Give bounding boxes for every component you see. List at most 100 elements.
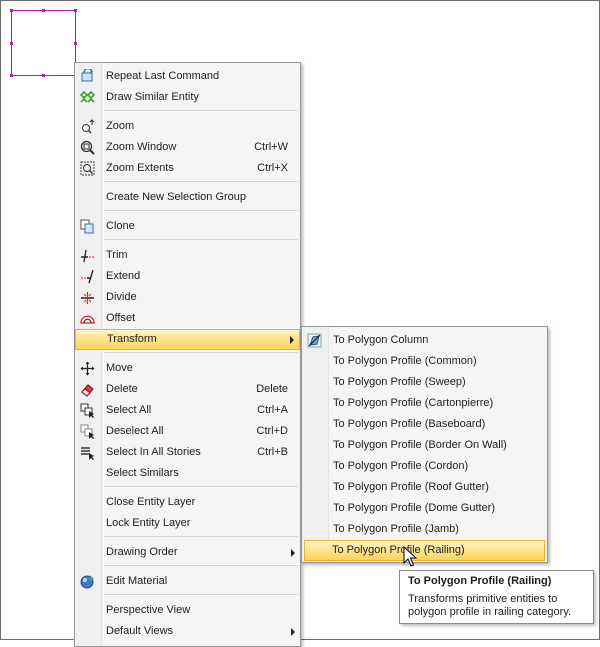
grip-handle[interactable] xyxy=(42,9,45,12)
tooltip-body: Transforms primitive entities to polygon… xyxy=(408,593,572,618)
submenu-item-profile-jamb[interactable]: To Polygon Profile (Jamb) xyxy=(302,519,547,540)
menu-item-select-in-all-stories[interactable]: Select In All Stories Ctrl+B xyxy=(75,442,300,463)
menu-item-drawing-order[interactable]: Drawing Order xyxy=(75,542,300,563)
menu-item-close-entity-layer[interactable]: Close Entity Layer xyxy=(75,492,300,513)
menu-item-label: Select In All Stories xyxy=(106,446,201,458)
menu-item-label: Draw Similar Entity xyxy=(106,91,199,103)
menu-item-label: Clone xyxy=(106,220,135,232)
menu-item-extend[interactable]: Extend xyxy=(75,266,300,287)
menu-item-shortcut: Ctrl+D xyxy=(256,425,288,437)
menu-item-offset[interactable]: Offset xyxy=(75,308,300,329)
grip-handle[interactable] xyxy=(42,74,45,77)
menu-item-label: Create New Selection Group xyxy=(106,191,247,203)
menu-separator xyxy=(104,352,298,353)
menu-item-transform[interactable]: Transform xyxy=(75,329,300,350)
menu-separator xyxy=(104,536,298,537)
submenu-item-profile-railing[interactable]: To Polygon Profile (Railing) xyxy=(304,540,545,561)
grip-handle[interactable] xyxy=(10,74,13,77)
menu-item-label: Zoom xyxy=(106,120,135,132)
tooltip-title: To Polygon Profile (Railing) xyxy=(408,575,552,587)
menu-item-create-new-selection-group[interactable]: Create New Selection Group xyxy=(75,187,300,208)
menu-item-label: Edit Material xyxy=(106,575,168,587)
menu-item-zoom[interactable]: Zoom xyxy=(75,116,300,137)
menu-item-label: Perspective View xyxy=(106,604,191,616)
grip-handle[interactable] xyxy=(10,42,13,45)
menu-item-label: Delete xyxy=(106,383,138,395)
material-icon xyxy=(79,573,96,590)
submenu-item-profile-cartonpierre[interactable]: To Polygon Profile (Cartonpierre) xyxy=(302,393,547,414)
submenu-item-profile-dome-gutter[interactable]: To Polygon Profile (Dome Gutter) xyxy=(302,498,547,519)
submenu-item-polygon-column[interactable]: To Polygon Column xyxy=(302,330,547,351)
menu-item-repeat-last-command[interactable]: Repeat Last Command xyxy=(75,66,300,87)
grip-handle[interactable] xyxy=(74,9,77,12)
menu-separator xyxy=(104,239,298,240)
menu-item-shortcut: Ctrl+A xyxy=(257,404,288,416)
menu-item-label: Deselect All xyxy=(106,425,164,437)
menu-item-delete[interactable]: Delete Delete xyxy=(75,379,300,400)
menu-item-select-similars[interactable]: Select Similars xyxy=(75,463,300,484)
trim-icon xyxy=(79,247,96,264)
menu-item-shortcut: Ctrl+W xyxy=(254,141,288,153)
menu-item-label: Divide xyxy=(106,291,137,303)
submenu-item-profile-roof-gutter[interactable]: To Polygon Profile (Roof Gutter) xyxy=(302,477,547,498)
submenu-item-label: To Polygon Column xyxy=(333,334,429,346)
submenu-item-label: To Polygon Profile (Cartonpierre) xyxy=(333,397,494,409)
menu-item-default-views[interactable]: Default Views xyxy=(75,621,300,642)
grip-handle[interactable] xyxy=(10,9,13,12)
menu-item-label: Select Similars xyxy=(106,467,179,479)
submenu-item-profile-sweep[interactable]: To Polygon Profile (Sweep) xyxy=(302,372,547,393)
submenu-item-label: To Polygon Profile (Border On Wall) xyxy=(333,439,507,451)
menu-item-shortcut: Ctrl+X xyxy=(257,162,288,174)
menu-item-lock-entity-layer[interactable]: Lock Entity Layer xyxy=(75,513,300,534)
menu-item-label: Trim xyxy=(106,249,128,261)
menu-separator xyxy=(104,210,298,211)
menu-item-label: Zoom Extents xyxy=(106,162,174,174)
submenu-item-profile-baseboard[interactable]: To Polygon Profile (Baseboard) xyxy=(302,414,547,435)
menu-item-label: Drawing Order xyxy=(106,546,178,558)
submenu-arrow-icon xyxy=(291,628,295,636)
grip-handle[interactable] xyxy=(74,42,77,45)
mouse-cursor-icon xyxy=(403,546,417,567)
select-stories-icon xyxy=(79,444,96,461)
move-icon xyxy=(79,360,96,377)
menu-item-trim[interactable]: Trim xyxy=(75,245,300,266)
menu-item-label: Lock Entity Layer xyxy=(106,517,191,529)
submenu-arrow-icon xyxy=(290,336,294,344)
repeat-icon xyxy=(79,68,96,85)
submenu-item-profile-cordon[interactable]: To Polygon Profile (Cordon) xyxy=(302,456,547,477)
menu-item-edit-material[interactable]: Edit Material xyxy=(75,571,300,592)
submenu-item-profile-border-on-wall[interactable]: To Polygon Profile (Border On Wall) xyxy=(302,435,547,456)
menu-item-label: Zoom Window xyxy=(106,141,177,153)
menu-item-zoom-window[interactable]: Zoom Window Ctrl+W xyxy=(75,137,300,158)
submenu-item-label: To Polygon Profile (Dome Gutter) xyxy=(333,502,496,514)
menu-item-label: Close Entity Layer xyxy=(106,496,196,508)
tooltip: To Polygon Profile (Railing) Transforms … xyxy=(399,570,594,624)
menu-item-move[interactable]: Move xyxy=(75,358,300,379)
submenu-item-label: To Polygon Profile (Common) xyxy=(333,355,477,367)
submenu-item-label: To Polygon Profile (Cordon) xyxy=(333,460,469,472)
menu-item-zoom-extents[interactable]: Zoom Extents Ctrl+X xyxy=(75,158,300,179)
menu-item-deselect-all[interactable]: Deselect All Ctrl+D xyxy=(75,421,300,442)
offset-icon xyxy=(79,310,96,327)
draw-similar-icon xyxy=(79,89,96,106)
menu-item-divide[interactable]: Divide xyxy=(75,287,300,308)
submenu-item-label: To Polygon Profile (Railing) xyxy=(332,544,465,556)
clone-icon xyxy=(79,218,96,235)
menu-separator xyxy=(104,181,298,182)
menu-separator xyxy=(104,594,298,595)
menu-separator xyxy=(104,486,298,487)
menu-item-clone[interactable]: Clone xyxy=(75,216,300,237)
menu-item-select-all[interactable]: Select All Ctrl+A xyxy=(75,400,300,421)
submenu-item-profile-common[interactable]: To Polygon Profile (Common) xyxy=(302,351,547,372)
select-all-icon xyxy=(79,402,96,419)
selected-entity[interactable] xyxy=(11,10,76,76)
menu-item-draw-similar-entity[interactable]: Draw Similar Entity xyxy=(75,87,300,108)
eraser-icon xyxy=(79,381,96,398)
menu-item-perspective-view[interactable]: Perspective View xyxy=(75,600,300,621)
menu-item-label: Offset xyxy=(106,312,136,324)
zoom-icon xyxy=(79,118,96,135)
menu-separator xyxy=(104,565,298,566)
menu-item-shortcut: Ctrl+B xyxy=(257,446,288,458)
extend-icon xyxy=(79,268,96,285)
menu-item-shortcut: Delete xyxy=(256,383,288,395)
